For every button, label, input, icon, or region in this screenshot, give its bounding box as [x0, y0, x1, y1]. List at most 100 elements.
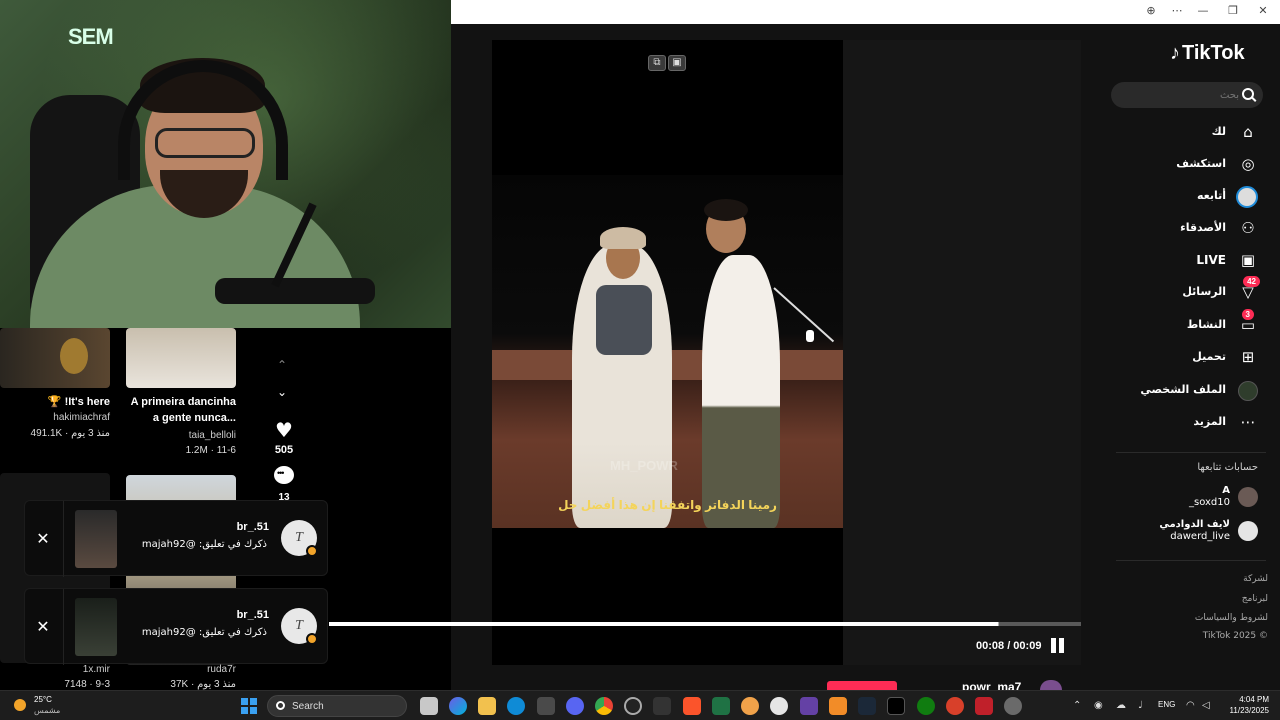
microphone-icon[interactable]: ♩	[1138, 700, 1143, 711]
discord-icon[interactable]	[566, 697, 584, 715]
search-box[interactable]	[1111, 82, 1263, 108]
video-title[interactable]: 🏆 !It's here	[0, 394, 110, 410]
notification-thumbnail	[75, 510, 117, 568]
nav-friends[interactable]: الأصدقاء ⚇	[1150, 218, 1260, 240]
nav-messages[interactable]: الرسائل ▽ 42	[1150, 276, 1260, 304]
start-tile	[250, 698, 257, 705]
weather-temperature[interactable]: 25°C	[34, 695, 52, 704]
post-date: 9-3	[95, 679, 110, 690]
video-title[interactable]: A primeira dancinha a gente nunca...	[126, 394, 236, 426]
nav-explore[interactable]: استكشف ◎	[1150, 154, 1260, 176]
nav-label: النشاط	[1186, 318, 1226, 331]
video-thumbnail[interactable]	[0, 328, 110, 388]
footer-link-company[interactable]: لشركة	[1128, 574, 1268, 584]
volume-icon[interactable]: ◁	[1202, 700, 1210, 711]
taskbar-search-label: Search	[292, 701, 324, 712]
view-count: 1.2M	[185, 445, 208, 456]
nav-activity[interactable]: النشاط ▭ 3	[1150, 309, 1260, 337]
like-count: 505	[274, 444, 294, 456]
close-icon[interactable]: ✕	[35, 617, 51, 636]
glasses	[155, 128, 255, 158]
avatar-letter: T	[295, 618, 303, 633]
cloud-icon[interactable]: ☁	[1116, 700, 1126, 711]
settings-icon[interactable]	[1004, 697, 1022, 715]
notification-user: br_.51	[236, 609, 269, 621]
nav-label: تحميل	[1192, 350, 1226, 363]
app-icon[interactable]	[829, 697, 847, 715]
close-window-button[interactable]: ✕	[1255, 4, 1271, 17]
twitch-icon[interactable]	[800, 697, 818, 715]
video-content	[492, 175, 843, 528]
windows-start-button[interactable]	[241, 698, 257, 714]
video-thumbnail[interactable]	[126, 328, 236, 388]
chevron-down-icon[interactable]: ⌄	[277, 385, 287, 399]
view-count: 37K	[170, 679, 189, 690]
friends-icon: ⚇	[1241, 219, 1255, 237]
obs-icon[interactable]	[624, 697, 642, 715]
app-icon[interactable]	[653, 697, 671, 715]
nav-label: لك	[1211, 125, 1226, 138]
notification-toast[interactable]: ✕ br_.51 ذكرك في تعليق: @majah92 T	[24, 500, 328, 577]
following-account[interactable]: A _soxd10	[1140, 484, 1260, 510]
video-author[interactable]: hakimiachraf	[0, 412, 110, 423]
app-icon[interactable]	[946, 697, 964, 715]
video-progress-bar[interactable]	[329, 622, 1081, 626]
heart-icon[interactable]: ♥	[273, 418, 295, 442]
maximize-button[interactable]: ❐	[1225, 4, 1241, 17]
network-app-icon[interactable]: ◉	[1094, 700, 1103, 711]
clock-date[interactable]: 11/23/2025	[1218, 706, 1269, 715]
comment-icon[interactable]	[274, 466, 294, 484]
chevron-up-icon[interactable]: ⌃	[1073, 700, 1081, 711]
excel-icon[interactable]	[712, 697, 730, 715]
video-author[interactable]: taia_belloli	[126, 430, 236, 441]
following-account[interactable]: لايف الدوادمي dawerd_live	[1140, 518, 1260, 544]
tiktok-app-icon[interactable]	[887, 697, 905, 715]
language-indicator[interactable]: ENG	[1158, 700, 1175, 709]
pause-icon[interactable]	[1049, 638, 1065, 654]
home-icon: ⌂	[1243, 123, 1253, 141]
sun-icon[interactable]	[14, 699, 26, 711]
xbox-icon[interactable]	[917, 697, 935, 715]
nav-following[interactable]: أتابعه	[1150, 186, 1260, 208]
brave-icon[interactable]	[683, 697, 701, 715]
file-explorer-icon[interactable]	[478, 697, 496, 715]
nav-more[interactable]: المزيد ⋯	[1150, 412, 1260, 434]
video-author[interactable]: ruda7r	[126, 664, 236, 675]
avatar: T	[281, 520, 318, 557]
miniplayer-icon[interactable]: ▣	[668, 55, 686, 71]
nav-label: الأصدقاء	[1180, 221, 1226, 234]
task-view-icon[interactable]	[420, 697, 438, 715]
chatgpt-icon[interactable]	[770, 697, 788, 715]
account-handle: dawerd_live	[1170, 531, 1230, 542]
pip-icon[interactable]: ⧉	[648, 55, 666, 71]
clock-time[interactable]: 4:04 PM	[1225, 695, 1269, 704]
close-icon[interactable]: ✕	[35, 529, 51, 548]
steam-icon[interactable]	[858, 697, 876, 715]
nav-profile[interactable]: الملف الشخصي	[1140, 380, 1260, 402]
nav-live[interactable]: LIVE ▣	[1150, 250, 1260, 272]
search-input[interactable]	[1119, 87, 1239, 103]
app-icon[interactable]	[975, 697, 993, 715]
notification-toast[interactable]: ✕ br_.51 ذكرك في تعليق: @majah92 T	[24, 588, 328, 665]
nav-for-you[interactable]: لك ⌂	[1150, 122, 1260, 144]
taskbar-search[interactable]: Search	[267, 695, 407, 717]
search-icon[interactable]	[1242, 88, 1254, 100]
video-author[interactable]: 1x.mir	[0, 664, 110, 675]
app-icon[interactable]	[741, 697, 759, 715]
chrome-icon[interactable]	[595, 697, 613, 715]
wifi-icon[interactable]: ◠	[1186, 700, 1195, 711]
rope-line	[773, 287, 835, 343]
chevron-up-icon[interactable]: ⌃	[277, 358, 287, 372]
zoom-icon[interactable]: ⊕	[1143, 4, 1159, 17]
more-options-icon[interactable]: ⋯	[1169, 4, 1185, 17]
footer-link-terms[interactable]: لشروط والسياسات	[1128, 613, 1268, 623]
store-icon[interactable]	[537, 697, 555, 715]
footer-link-program[interactable]: لبرنامج	[1128, 594, 1268, 604]
tiktok-logo[interactable]: ♪ TikTok	[1170, 42, 1245, 65]
minimize-button[interactable]: —	[1195, 4, 1211, 17]
copilot-icon[interactable]	[449, 697, 467, 715]
start-tile	[241, 707, 248, 714]
nav-upload[interactable]: تحميل ⊞	[1150, 347, 1260, 369]
person-left-scarf	[596, 285, 652, 355]
edge-icon[interactable]	[507, 697, 525, 715]
